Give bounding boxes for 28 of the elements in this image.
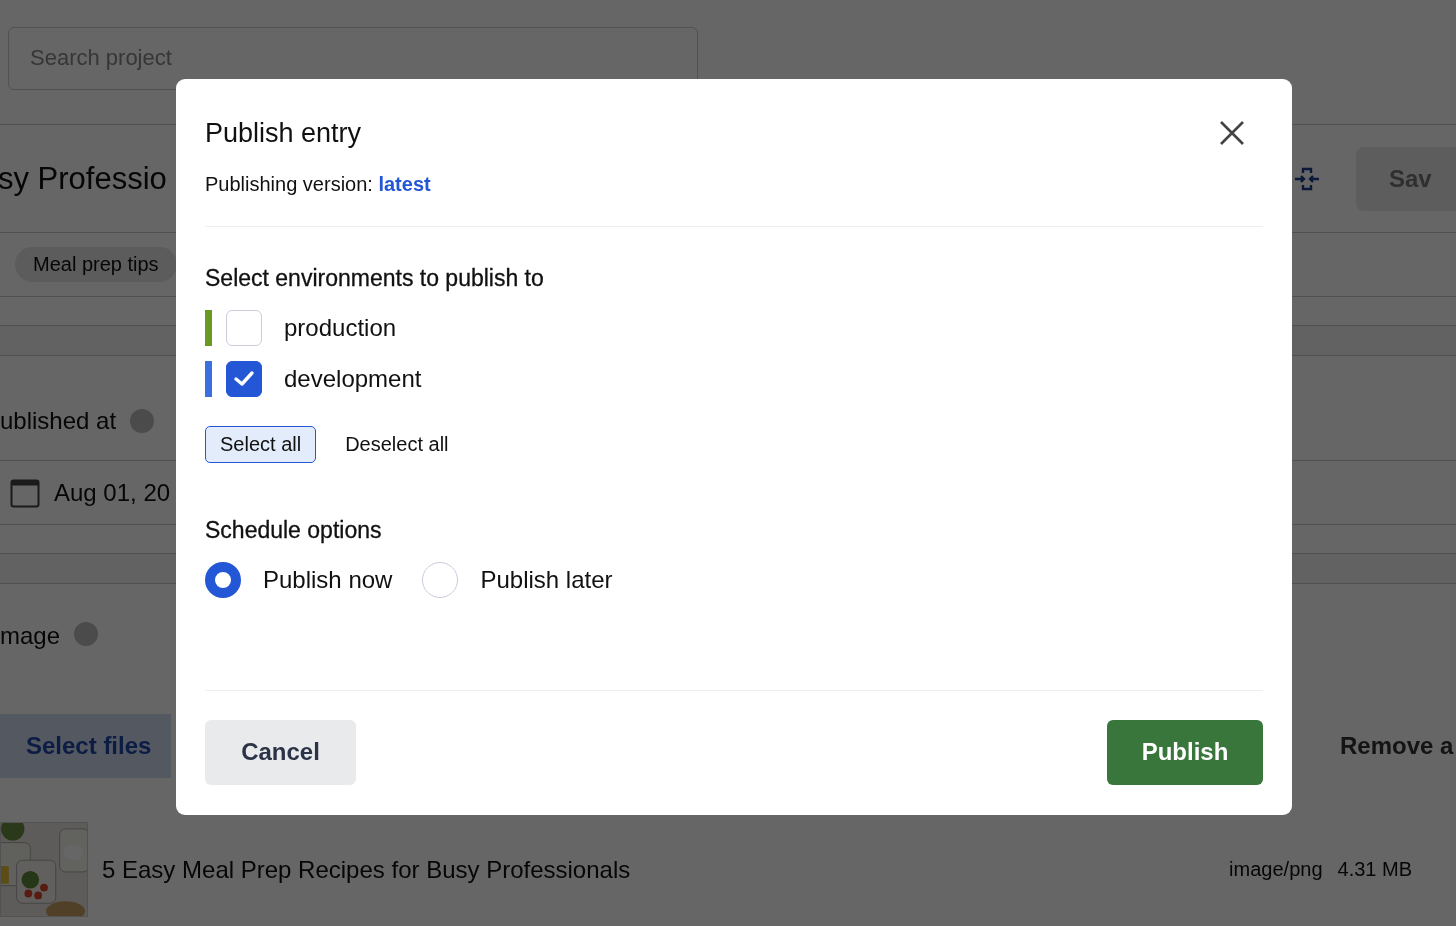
collapse-icon[interactable] [1294,165,1320,192]
deselect-all-button[interactable]: Deselect all [345,433,449,456]
close-icon[interactable] [1219,120,1245,146]
publish-button[interactable]: Publish [1107,719,1263,785]
file-size: 4.31 MB [1337,858,1412,880]
check-icon [233,370,255,388]
dialog-title: Publish entry [205,117,362,149]
tag-chip: Meal prep tips [15,247,177,282]
environment-label: development [284,365,422,393]
radio-label: Publish now [263,566,393,594]
section-heading: Select environments to publish to [205,265,545,292]
file-name: 5 Easy Meal Prep Recipes for Busy Professionals [102,855,632,884]
radio-label: Publish later [480,566,613,594]
remove-button[interactable]: Remove a [1340,732,1456,760]
select-all-button[interactable]: Select all [205,426,317,463]
date-value[interactable]: Aug 01, 20 [54,478,171,507]
file-type: image/png [1229,858,1323,880]
field-label: ublished at [0,407,117,435]
checkbox[interactable] [226,361,262,397]
info-icon [74,622,99,646]
field-label: mage [0,622,61,650]
calendar-icon[interactable] [10,477,40,508]
environment-label: production [284,314,397,342]
section-heading: Schedule options [205,517,383,544]
radio-button[interactable] [205,562,241,598]
version-line: Publishing version: latest [205,173,1263,227]
info-icon [130,409,155,433]
cancel-button[interactable]: Cancel [205,719,356,785]
